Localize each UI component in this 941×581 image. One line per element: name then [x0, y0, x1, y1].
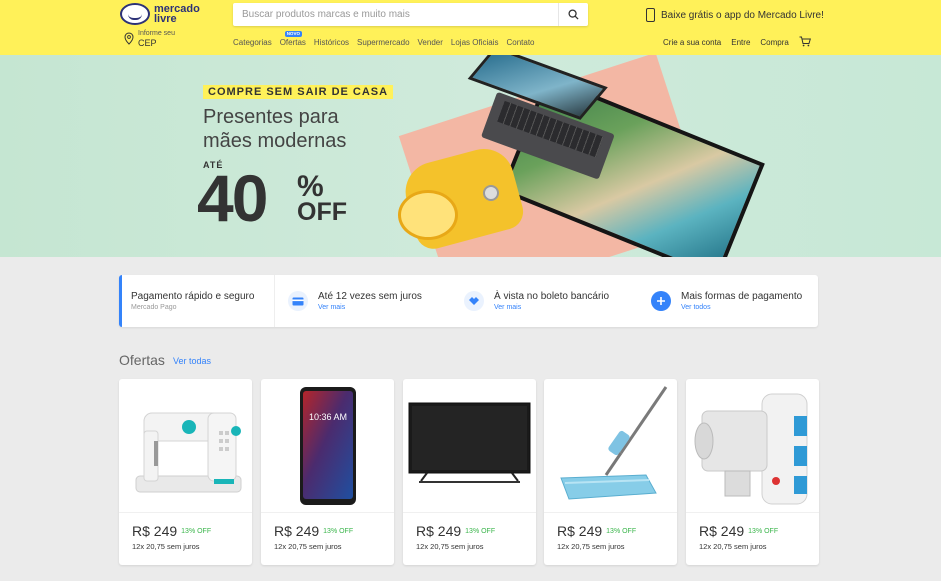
- handshake-logo-icon: [120, 3, 150, 25]
- banner-tag: COMPRE SEM SAIR DE CASA: [203, 85, 394, 99]
- payment-methods-bar: Pagamento rápido e seguro Mercado Pago A…: [119, 275, 818, 327]
- card-divider: [686, 512, 819, 513]
- payment-item-mercado-pago[interactable]: Pagamento rápido e seguro Mercado Pago: [131, 275, 254, 327]
- nav-ofertas-label: Ofertas: [279, 38, 306, 47]
- banner-title: Presentes para mães modernas: [203, 105, 346, 153]
- logo-text-line-2: livre: [154, 13, 177, 25]
- installments-text: 12x 20,75 sem juros: [416, 542, 484, 551]
- payment-title: Mais formas de pagamento: [681, 290, 803, 302]
- product-card[interactable]: 10:36 AM R$ 249 13% OFF 12x 20,75 sem jur…: [261, 379, 394, 565]
- nav-categorias[interactable]: Categorias: [233, 38, 272, 47]
- see-all-offers-link[interactable]: Ver todas: [173, 356, 211, 366]
- plus-icon: [651, 291, 671, 311]
- nav-contato[interactable]: Contato: [506, 38, 534, 47]
- main-nav: Categorias NOVO Ofertas Históricos Superm…: [233, 31, 543, 47]
- payment-link[interactable]: Ver mais: [318, 303, 422, 313]
- nav-ofertas[interactable]: NOVO Ofertas: [279, 31, 306, 47]
- cart-icon[interactable]: [799, 36, 811, 47]
- product-card[interactable]: R$ 249 13% OFF 12x 20,75 sem juros: [544, 379, 677, 565]
- payment-link[interactable]: Ver mais: [494, 303, 609, 313]
- credit-card-icon: [288, 291, 308, 311]
- discount-badge: 13% OFF: [181, 528, 212, 535]
- nav-lojas-oficiais[interactable]: Lojas Oficiais: [451, 38, 499, 47]
- search-input[interactable]: [233, 3, 553, 26]
- card-divider: [403, 512, 536, 513]
- price-value: R$ 249: [274, 523, 320, 539]
- product-price: R$ 249 13% OFF: [557, 523, 636, 539]
- search-bar: [233, 3, 588, 26]
- user-nav: Crie a sua conta Entre Compra: [663, 36, 811, 47]
- promo-banner[interactable]: COMPRE SEM SAIR DE CASA Presentes para m…: [0, 55, 941, 257]
- purchases-link[interactable]: Compra: [760, 38, 788, 47]
- banner-title-line-2: mães modernas: [203, 130, 347, 152]
- spray-mop-image: [544, 379, 677, 512]
- phone-screen-time: 10:36 AM: [308, 412, 346, 422]
- price-value: R$ 249: [132, 523, 178, 539]
- nav-supermercado[interactable]: Supermercado: [357, 38, 409, 47]
- sewing-machine-image: [119, 379, 252, 512]
- payment-title: Pagamento rápido e seguro: [131, 290, 255, 302]
- banner-discount-number: 40: [197, 161, 268, 235]
- price-value: R$ 249: [557, 523, 603, 539]
- app-download-promo[interactable]: Baixe grátis o app do Mercado Livre!: [646, 8, 824, 22]
- payment-link[interactable]: Ver todos: [681, 303, 802, 313]
- cep-label: Informe seu: [138, 30, 175, 37]
- tv-product-image: [403, 379, 536, 512]
- installments-text: 12x 20,75 sem juros: [699, 542, 767, 551]
- mercado-livre-logo[interactable]: mercado livre: [120, 3, 200, 25]
- search-icon: [568, 9, 579, 20]
- discount-badge: 13% OFF: [748, 528, 779, 535]
- new-badge: NOVO: [284, 31, 302, 37]
- discount-badge: 13% OFF: [323, 528, 354, 535]
- top-header: mercado livre Baixe grátis o app do Merc…: [0, 0, 941, 55]
- product-card[interactable]: R$ 249 13% OFF 12x 20,75 sem juros: [119, 379, 252, 565]
- handshake-icon: [464, 291, 484, 311]
- mixer-image: [398, 135, 528, 253]
- product-card[interactable]: R$ 249 13% OFF 12x 20,75 sem juros: [403, 379, 536, 565]
- payment-item-installments[interactable]: Até 12 vezes sem juros Ver mais: [288, 275, 422, 327]
- price-value: R$ 249: [416, 523, 462, 539]
- logo-text: mercado livre: [154, 4, 200, 25]
- banner-discount-off: OFF: [297, 198, 347, 226]
- payment-title: À vista no boleto bancário: [494, 290, 610, 302]
- payment-item-boleto[interactable]: À vista no boleto bancário Ver mais: [464, 275, 609, 327]
- payment-item-more[interactable]: Mais formas de pagamento Ver todos: [651, 275, 802, 327]
- nav-historicos[interactable]: Históricos: [314, 38, 349, 47]
- payment-title: Até 12 vezes sem juros: [318, 290, 422, 302]
- nebulizer-image: [686, 379, 819, 512]
- product-price: R$ 249 13% OFF: [132, 523, 211, 539]
- banner-title-line-1: Presentes para: [203, 106, 339, 128]
- search-button[interactable]: [558, 3, 588, 26]
- card-divider: [261, 512, 394, 513]
- phone-icon: [646, 8, 655, 22]
- card-divider: [544, 512, 677, 513]
- product-price: R$ 249 13% OFF: [416, 523, 495, 539]
- cep-selector[interactable]: Informe seu CEP: [124, 30, 175, 48]
- create-account-link[interactable]: Crie a sua conta: [663, 38, 721, 47]
- card-divider: [119, 512, 252, 513]
- installments-text: 12x 20,75 sem juros: [132, 542, 200, 551]
- app-promo-text: Baixe grátis o app do Mercado Livre!: [661, 9, 824, 21]
- installments-text: 12x 20,75 sem juros: [557, 542, 625, 551]
- nav-vender[interactable]: Vender: [418, 38, 443, 47]
- payment-divider: [274, 275, 275, 327]
- discount-badge: 13% OFF: [606, 528, 637, 535]
- cep-value: CEP: [138, 38, 157, 48]
- payment-sub: Mercado Pago: [131, 303, 177, 311]
- price-value: R$ 249: [699, 523, 745, 539]
- location-pin-icon: [124, 32, 134, 45]
- offers-title: Ofertas: [119, 352, 165, 368]
- product-price: R$ 249 13% OFF: [274, 523, 353, 539]
- discount-badge: 13% OFF: [465, 528, 496, 535]
- installments-text: 12x 20,75 sem juros: [274, 542, 342, 551]
- smartphone-image: 10:36 AM: [261, 379, 394, 512]
- product-card[interactable]: R$ 249 13% OFF 12x 20,75 sem juros: [686, 379, 819, 565]
- product-price: R$ 249 13% OFF: [699, 523, 778, 539]
- login-link[interactable]: Entre: [731, 38, 750, 47]
